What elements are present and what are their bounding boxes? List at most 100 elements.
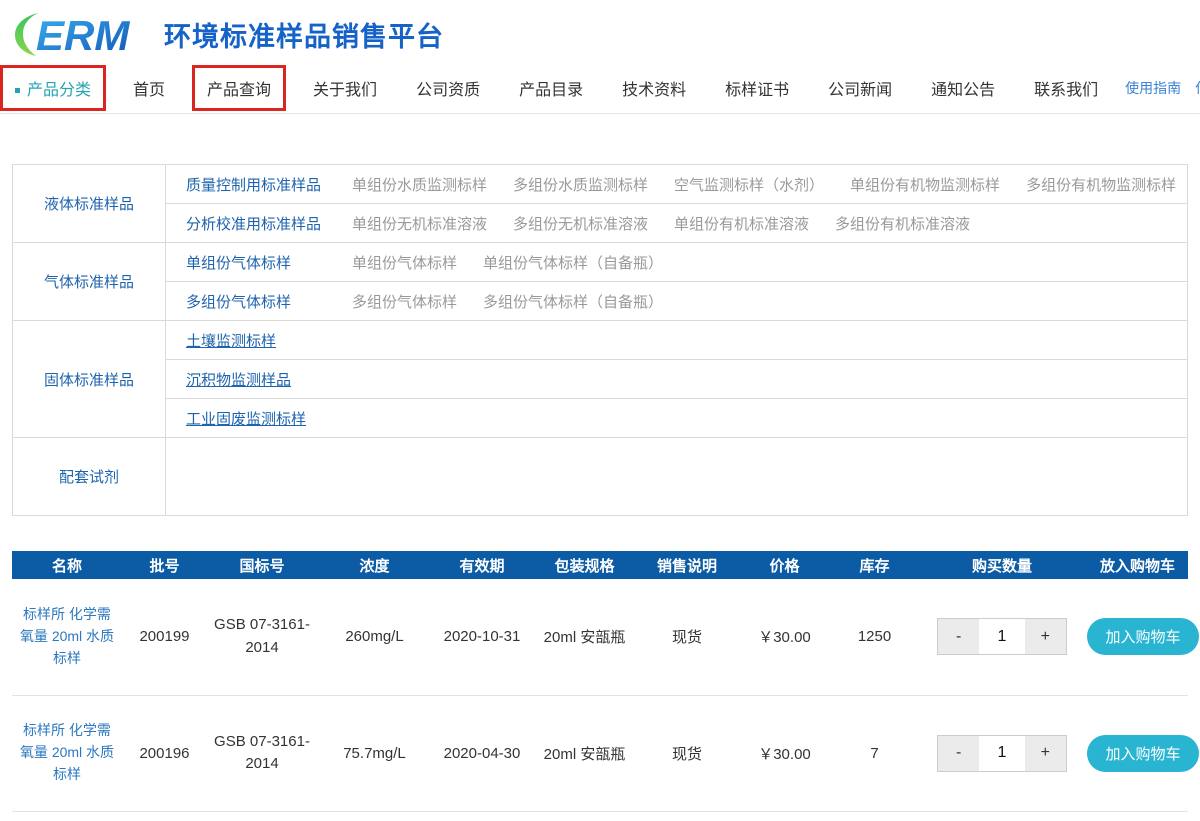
link-payment-method[interactable]: 付款方式: [1195, 78, 1200, 98]
nav-item-company-qualification[interactable]: 公司资质: [404, 68, 492, 108]
nav-item-product-search[interactable]: 产品查询: [192, 65, 286, 111]
nav-item-label: 技术资料: [622, 82, 686, 99]
stock-value: 1250: [832, 579, 917, 695]
stock-value: 7: [832, 695, 917, 811]
nav-item-notices[interactable]: 通知公告: [919, 68, 1007, 108]
category-link[interactable]: 分析校准用标准样品: [186, 213, 352, 234]
decrement-button[interactable]: -: [938, 736, 979, 771]
category-link[interactable]: 多组份气体标样: [186, 291, 352, 312]
category-row: 配套试剂: [13, 438, 1188, 516]
quantity-value[interactable]: 1: [979, 736, 1024, 771]
category-item[interactable]: 多组份有机标准溶液: [835, 213, 970, 234]
nav-item-contact-us[interactable]: 联系我们: [1022, 68, 1110, 108]
empty-cell: [166, 438, 1188, 516]
col-header-batch: 批号: [122, 551, 207, 579]
category-item[interactable]: 单组份气体标样（自备瓶）: [483, 252, 663, 273]
concentration-value: 75.7mg/L: [317, 695, 432, 811]
product-table: 名称 批号 国标号 浓度 有效期 包装规格 销售说明 价格 库存 购买数量 放入…: [12, 551, 1188, 812]
nav-item-label: 公司新闻: [828, 82, 892, 99]
col-header-sale-note: 销售说明: [637, 551, 737, 579]
link-user-guide[interactable]: 使用指南: [1125, 78, 1181, 98]
category-link[interactable]: 质量控制用标准样品: [186, 174, 352, 195]
category-item[interactable]: 单组份无机标准溶液: [352, 213, 487, 234]
site-header: ERM 环境标准样品销售平台: [0, 0, 1200, 62]
quantity-value[interactable]: 1: [979, 619, 1024, 654]
price-value: ￥30.00: [737, 579, 832, 695]
sale-note: 现货: [637, 695, 737, 811]
nav-item-label: 产品查询: [207, 82, 271, 99]
col-header-price: 价格: [737, 551, 832, 579]
nav-item-technical-materials[interactable]: 技术资料: [610, 68, 698, 108]
add-to-cart-button[interactable]: 加入购物车: [1087, 618, 1199, 655]
category-item[interactable]: 空气监测标样（水剂）: [674, 174, 824, 195]
category-row: 分析校准用标准样品 单组份无机标准溶液 多组份无机标准溶液 单组份有机标准溶液 …: [13, 204, 1188, 243]
category-item[interactable]: 多组份有机物监测标样: [1026, 174, 1176, 195]
category-link[interactable]: 土壤监测标样: [186, 330, 352, 351]
product-row: 标样所 化学需氧量 20ml 水质标样 200196 GSB 07-3161-2…: [12, 695, 1188, 811]
product-name-link[interactable]: 标样所 化学需氧量 20ml 水质标样: [17, 720, 117, 785]
category-row: 气体标准样品 单组份气体标样 单组份气体标样 单组份气体标样（自备瓶）: [13, 243, 1188, 282]
nav-item-home[interactable]: 首页: [121, 68, 177, 108]
category-link[interactable]: 单组份气体标样: [186, 252, 352, 273]
category-row: 工业固废监测标样: [13, 399, 1188, 438]
package-spec: 20ml 安瓿瓶: [532, 695, 637, 811]
category-item[interactable]: 多组份水质监测标样: [513, 174, 648, 195]
concentration-value: 260mg/L: [317, 579, 432, 695]
category-item[interactable]: 多组份无机标准溶液: [513, 213, 648, 234]
gsb-number: GSB 07-3161-2014: [212, 614, 312, 659]
nav-item-label: 公司资质: [416, 82, 480, 99]
category-item[interactable]: 多组份气体标样: [352, 291, 457, 312]
expiry-date: 2020-04-30: [432, 695, 532, 811]
sale-note: 现货: [637, 579, 737, 695]
product-table-header: 名称 批号 国标号 浓度 有效期 包装规格 销售说明 价格 库存 购买数量 放入…: [12, 551, 1188, 579]
col-header-expiry: 有效期: [432, 551, 532, 579]
category-item[interactable]: 单组份有机物监测标样: [850, 174, 1000, 195]
category-link[interactable]: 沉积物监测样品: [186, 369, 352, 390]
category-group-reagents: 配套试剂: [13, 438, 166, 516]
category-item[interactable]: 多组份气体标样（自备瓶）: [483, 291, 663, 312]
category-row: 固体标准样品 土壤监测标样: [13, 321, 1188, 360]
brand-logo-text: ERM: [36, 12, 130, 58]
category-item[interactable]: 单组份有机标准溶液: [674, 213, 809, 234]
col-header-quantity: 购买数量: [917, 551, 1087, 579]
nav-item-label: 关于我们: [313, 82, 377, 99]
add-to-cart-button[interactable]: 加入购物车: [1087, 735, 1199, 772]
category-row: 液体标准样品 质量控制用标准样品 单组份水质监测标样 多组份水质监测标样 空气监…: [13, 165, 1188, 204]
increment-button[interactable]: +: [1025, 736, 1066, 771]
nav-item-label: 标样证书: [725, 82, 789, 99]
nav-item-about-us[interactable]: 关于我们: [301, 68, 389, 108]
product-name-link[interactable]: 标样所 化学需氧量 20ml 水质标样: [17, 604, 117, 669]
nav-item-product-category[interactable]: 产品分类: [0, 65, 106, 111]
site-title: 环境标准样品销售平台: [164, 15, 444, 54]
nav-item-company-news[interactable]: 公司新闻: [816, 68, 904, 108]
category-group-liquid: 液体标准样品: [13, 165, 166, 243]
category-group-solid: 固体标准样品: [13, 321, 166, 438]
product-row: 标样所 化学需氧量 20ml 水质标样 200199 GSB 07-3161-2…: [12, 579, 1188, 695]
nav-item-label: 联系我们: [1034, 82, 1098, 99]
batch-number: 200199: [122, 579, 207, 695]
nav-item-label: 产品目录: [519, 82, 583, 99]
category-item[interactable]: 单组份气体标样: [352, 252, 457, 273]
category-table: 液体标准样品 质量控制用标准样品 单组份水质监测标样 多组份水质监测标样 空气监…: [12, 164, 1188, 516]
package-spec: 20ml 安瓿瓶: [532, 579, 637, 695]
category-row: 多组份气体标样 多组份气体标样 多组份气体标样（自备瓶）: [13, 282, 1188, 321]
category-link[interactable]: 工业固废监测标样: [186, 408, 352, 429]
quantity-stepper[interactable]: - 1 +: [937, 735, 1067, 772]
nav-item-label: 通知公告: [931, 82, 995, 99]
nav-item-product-catalog[interactable]: 产品目录: [507, 68, 595, 108]
col-header-name: 名称: [12, 551, 122, 579]
nav-item-sample-certificates[interactable]: 标样证书: [713, 68, 801, 108]
bullet-icon: [15, 88, 20, 93]
expiry-date: 2020-10-31: [432, 579, 532, 695]
col-header-concentration: 浓度: [317, 551, 432, 579]
increment-button[interactable]: +: [1025, 619, 1066, 654]
quantity-stepper[interactable]: - 1 +: [937, 618, 1067, 655]
nav-item-label: 产品分类: [27, 82, 91, 99]
col-header-package: 包装规格: [532, 551, 637, 579]
price-value: ￥30.00: [737, 695, 832, 811]
nav-utility-links: 使用指南 付款方式: [1125, 78, 1200, 98]
batch-number: 200196: [122, 695, 207, 811]
decrement-button[interactable]: -: [938, 619, 979, 654]
nav-item-label: 首页: [133, 82, 165, 99]
category-item[interactable]: 单组份水质监测标样: [352, 174, 487, 195]
